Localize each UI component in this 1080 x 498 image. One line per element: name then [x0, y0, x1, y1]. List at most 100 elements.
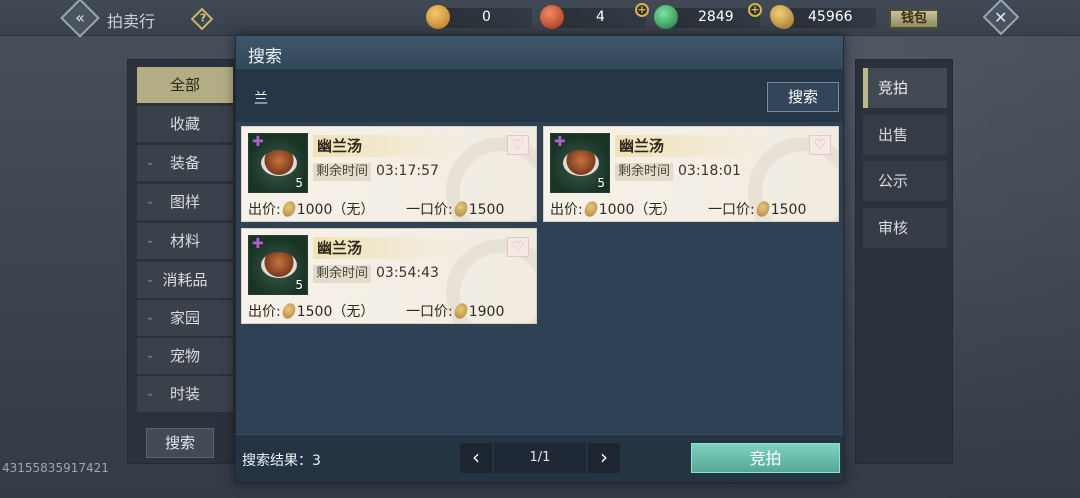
category-equipment[interactable]: ⌄ 装备: [137, 145, 233, 181]
currency-value: 0: [482, 9, 491, 25]
chevron-down-icon: ⌄: [146, 157, 155, 168]
soup-bowl-icon: ✚ 5: [248, 235, 308, 295]
category-label: 消耗品: [162, 271, 208, 289]
result-card[interactable]: ✚ 5 幽兰汤 ♡ 剩余时间 03:18:01 出价: 1000（无） 一口价: 1…: [543, 126, 839, 222]
add-red-orb-icon[interactable]: +: [635, 3, 649, 17]
close-icon: ✕: [993, 7, 1008, 27]
coin-icon: [279, 301, 298, 321]
currency-value: 4: [596, 9, 605, 25]
category-patterns[interactable]: ⌄ 图样: [137, 184, 233, 220]
bowl-shape: [261, 150, 297, 176]
favorite-heart-icon[interactable]: ♡: [507, 135, 529, 155]
result-count: 搜索结果：3: [242, 453, 321, 469]
search-button[interactable]: 搜索: [767, 82, 839, 112]
help-button[interactable]: ?: [190, 7, 214, 31]
red-orb-icon: [540, 5, 564, 29]
coin-icon: [451, 301, 470, 321]
bid-value: 1500（无）: [296, 304, 375, 320]
bid-price: 出价: 1000（无）: [550, 199, 676, 219]
search-input[interactable]: 兰: [254, 88, 268, 108]
buyout-label: 一口价:: [406, 202, 453, 218]
category-favorites[interactable]: 收藏: [137, 106, 233, 142]
result-card[interactable]: ✚ 5 幽兰汤 ♡ 剩余时间 03:17:57 出价: 1000（无） 一口价: 1…: [241, 126, 537, 222]
soup-bowl-icon: ✚ 5: [550, 133, 610, 193]
bowl-shape: [261, 252, 297, 278]
bid-value: 1000（无）: [598, 202, 677, 218]
results-list: ✚ 5 幽兰汤 ♡ 剩余时间 03:17:57 出价: 1000（无） 一口价: 1…: [236, 122, 843, 434]
item-name: 幽兰汤: [615, 135, 765, 157]
category-label: 图样: [169, 193, 200, 211]
favorite-heart-icon[interactable]: ♡: [809, 135, 831, 155]
result-card[interactable]: ✚ 5 幽兰汤 ♡ 剩余时间 03:54:43 出价: 1500（无） 一口价: 1…: [241, 228, 537, 324]
category-home[interactable]: ⌄ 家园: [137, 300, 233, 336]
bid-label: 出价:: [248, 202, 281, 218]
back-button[interactable]: «: [60, 0, 100, 38]
bid-value: 1000（无）: [296, 202, 375, 218]
category-pets[interactable]: ⌄ 宠物: [137, 338, 233, 374]
tab-review[interactable]: 审核: [863, 208, 947, 248]
soup-bowl-icon: ✚ 5: [248, 133, 308, 193]
time-remaining: 03:54:43: [376, 265, 439, 281]
item-name: 幽兰汤: [313, 135, 463, 157]
buyout-price: 一口价: 1900: [406, 301, 504, 321]
chevron-down-icon: ⌄: [146, 274, 155, 285]
search-dialog: 搜索 兰 搜索 ✚ 5 幽兰汤 ♡ 剩余时间 03:17:57 出价: 1000（…: [235, 35, 844, 483]
category-consumables[interactable]: ⌄ 消耗品: [137, 262, 233, 298]
category-fashion[interactable]: ⌄ 时装: [137, 376, 233, 412]
wallet-button[interactable]: 钱包: [889, 9, 939, 29]
page-indicator: 1/1: [494, 443, 586, 473]
buyout-value: 1500: [468, 202, 505, 218]
currency-value: 45966: [808, 9, 853, 25]
time-remaining: 03:17:57: [376, 163, 439, 179]
dialog-footer: 搜索结果：3 ‹ 1/1 › 竞拍: [236, 434, 843, 482]
jade-icon: [654, 5, 678, 29]
gold-leaf-icon: [770, 5, 794, 29]
tab-panel: 竞拍 出售 公示 审核: [855, 59, 953, 464]
bid-label: 出价:: [550, 202, 583, 218]
bid-label: 出价:: [248, 304, 281, 320]
category-label: 材料: [169, 232, 200, 250]
category-all[interactable]: 全部: [137, 67, 233, 103]
category-label: 装备: [169, 154, 200, 172]
currency-gold-leaf: 45966: [770, 5, 876, 29]
close-button[interactable]: ✕: [982, 0, 1020, 36]
rarity-icon: ✚: [252, 236, 264, 252]
page-title: 拍卖行: [107, 12, 156, 31]
next-page-button[interactable]: ›: [588, 443, 620, 473]
search-row: 兰 搜索: [236, 70, 843, 122]
time-remaining-label: 剩余时间: [615, 163, 674, 181]
category-label: 时装: [169, 385, 200, 403]
category-label: 宠物: [169, 347, 200, 365]
dialog-title: 搜索: [248, 47, 282, 67]
tab-sell[interactable]: 出售: [863, 115, 947, 155]
chevron-down-icon: ⌄: [146, 312, 155, 323]
chevron-down-icon: ⌄: [146, 235, 155, 246]
buyout-value: 1900: [468, 304, 505, 320]
bid-button[interactable]: 竞拍: [691, 443, 840, 473]
question-icon: ?: [199, 11, 207, 25]
category-search-button[interactable]: 搜索: [146, 428, 214, 458]
prev-page-button[interactable]: ‹: [460, 443, 492, 473]
coin-icon: [581, 199, 600, 219]
category-materials[interactable]: ⌄ 材料: [137, 223, 233, 259]
add-jade-icon[interactable]: +: [748, 3, 762, 17]
item-quantity: 5: [597, 176, 605, 190]
top-bar: « 拍卖行 ? 0 4 + 2849 + 45966 钱包 ✕: [0, 0, 1080, 38]
coin-icon: [279, 199, 298, 219]
tab-bid[interactable]: 竞拍: [863, 68, 947, 108]
favorite-heart-icon[interactable]: ♡: [507, 237, 529, 257]
buyout-label: 一口价:: [708, 202, 755, 218]
time-remaining-label: 剩余时间: [313, 163, 372, 181]
tab-public[interactable]: 公示: [863, 161, 947, 201]
coin-icon: [451, 199, 470, 219]
time-remaining: 03:18:01: [678, 163, 741, 179]
chevron-down-icon: ⌄: [146, 388, 155, 399]
player-id: 43155835917421: [2, 461, 109, 475]
currency-red-orb: 4: [540, 5, 646, 29]
chevron-down-icon: ⌄: [146, 350, 155, 361]
currency-value: 2849: [698, 9, 734, 25]
bowl-shape: [563, 150, 599, 176]
rarity-icon: ✚: [554, 134, 566, 150]
category-label: 家园: [169, 309, 200, 327]
bid-price: 出价: 1500（无）: [248, 301, 374, 321]
